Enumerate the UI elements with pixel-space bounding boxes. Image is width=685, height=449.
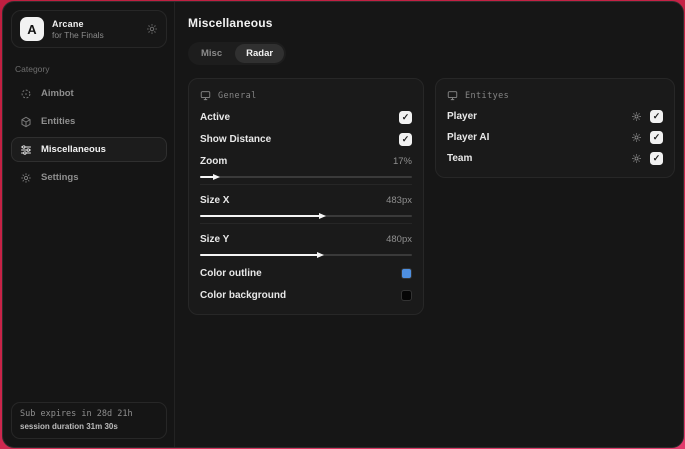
setting-label: Zoom bbox=[200, 155, 228, 167]
size-y-slider[interactable] bbox=[200, 251, 412, 258]
divider bbox=[200, 184, 412, 185]
sliders-icon bbox=[20, 144, 32, 156]
crosshair-icon bbox=[20, 88, 32, 100]
setting-label: Color outline bbox=[200, 267, 262, 279]
setting-label: Size X bbox=[200, 194, 230, 206]
setting-row-show-distance: Show Distance bbox=[200, 128, 412, 150]
gear-icon bbox=[20, 172, 32, 184]
app-window: A Arcane for The Finals Category Aimbot … bbox=[2, 1, 684, 448]
sidebar: A Arcane for The Finals Category Aimbot … bbox=[3, 2, 175, 447]
entity-label: Player AI bbox=[447, 132, 490, 143]
subscription-card: Sub expires in 28d 21h session duration … bbox=[11, 402, 167, 439]
entity-row-player-ai: Player AI bbox=[447, 127, 663, 148]
zoom-value: 17% bbox=[392, 155, 412, 167]
entity-row-player: Player bbox=[447, 106, 663, 127]
entity-label: Player bbox=[447, 111, 478, 122]
entity-gear-icon[interactable] bbox=[631, 111, 642, 122]
main-content: Miscellaneous Misc Radar General Active … bbox=[175, 2, 683, 447]
show-distance-checkbox[interactable] bbox=[399, 132, 412, 146]
tab-radar[interactable]: Radar bbox=[235, 44, 285, 63]
entities-panel: Entityes Player P bbox=[435, 78, 675, 178]
size-x-value: 483px bbox=[386, 194, 412, 206]
sidebar-item-label: Miscellaneous bbox=[41, 144, 106, 155]
brand-text: Arcane for The Finals bbox=[52, 19, 104, 40]
divider bbox=[200, 223, 412, 224]
cube-icon bbox=[20, 116, 32, 128]
size-y-value: 480px bbox=[386, 233, 412, 245]
session-duration-text: session duration 31m 30s bbox=[20, 422, 118, 431]
monitor-icon bbox=[200, 90, 211, 101]
setting-row-size-x: Size X 483px bbox=[200, 189, 412, 211]
player-ai-checkbox[interactable] bbox=[650, 131, 663, 144]
color-background-swatch[interactable] bbox=[401, 289, 412, 301]
sidebar-item-aimbot[interactable]: Aimbot bbox=[11, 81, 167, 106]
sub-expiry-text: Sub expires in 28d 21h bbox=[20, 409, 133, 419]
brand-title: Arcane bbox=[52, 18, 84, 29]
team-checkbox[interactable] bbox=[650, 152, 663, 165]
entities-panel-title: Entityes bbox=[465, 90, 510, 101]
size-x-slider[interactable] bbox=[200, 212, 412, 219]
slider-thumb[interactable] bbox=[316, 251, 324, 258]
avatar: A bbox=[20, 17, 44, 41]
slider-thumb[interactable] bbox=[318, 212, 326, 219]
sidebar-item-label: Settings bbox=[41, 172, 79, 183]
general-panel-header: General bbox=[200, 90, 412, 101]
general-panel-title: General bbox=[218, 90, 257, 101]
general-panel: General Active Show Distance Zoom 17% bbox=[188, 78, 424, 315]
tab-bar: Misc Radar bbox=[188, 42, 287, 65]
active-checkbox[interactable] bbox=[399, 110, 412, 124]
tab-misc[interactable]: Misc bbox=[190, 44, 233, 63]
gear-icon[interactable] bbox=[146, 23, 158, 35]
brand-card: A Arcane for The Finals bbox=[11, 10, 167, 48]
page-title: Miscellaneous bbox=[188, 16, 273, 30]
entity-row-team: Team bbox=[447, 148, 663, 169]
sidebar-nav: Aimbot Entities Miscellaneous Settings bbox=[11, 81, 167, 190]
entity-gear-icon[interactable] bbox=[631, 153, 642, 164]
setting-label: Show Distance bbox=[200, 133, 272, 145]
setting-label: Size Y bbox=[200, 233, 230, 245]
setting-row-size-y: Size Y 480px bbox=[200, 228, 412, 250]
entities-panel-header: Entityes bbox=[447, 90, 663, 101]
color-outline-swatch[interactable] bbox=[401, 267, 412, 279]
player-checkbox[interactable] bbox=[650, 110, 663, 123]
slider-thumb[interactable] bbox=[212, 173, 220, 180]
sidebar-item-miscellaneous[interactable]: Miscellaneous bbox=[11, 137, 167, 162]
setting-label: Color background bbox=[200, 289, 287, 301]
sidebar-item-settings[interactable]: Settings bbox=[11, 165, 167, 190]
setting-label: Active bbox=[200, 111, 231, 123]
setting-row-zoom: Zoom 17% bbox=[200, 150, 412, 172]
sidebar-item-label: Aimbot bbox=[41, 88, 74, 99]
category-label: Category bbox=[15, 64, 50, 74]
setting-row-color-outline: Color outline bbox=[200, 262, 412, 284]
brand-subtitle: for The Finals bbox=[52, 29, 104, 40]
setting-row-active: Active bbox=[200, 106, 412, 128]
setting-row-color-background: Color background bbox=[200, 284, 412, 306]
monitor-icon bbox=[447, 90, 458, 101]
sidebar-item-label: Entities bbox=[41, 116, 76, 127]
sidebar-item-entities[interactable]: Entities bbox=[11, 109, 167, 134]
entity-label: Team bbox=[447, 153, 473, 164]
entity-gear-icon[interactable] bbox=[631, 132, 642, 143]
zoom-slider[interactable] bbox=[200, 173, 412, 180]
panels-row: General Active Show Distance Zoom 17% bbox=[188, 78, 675, 315]
